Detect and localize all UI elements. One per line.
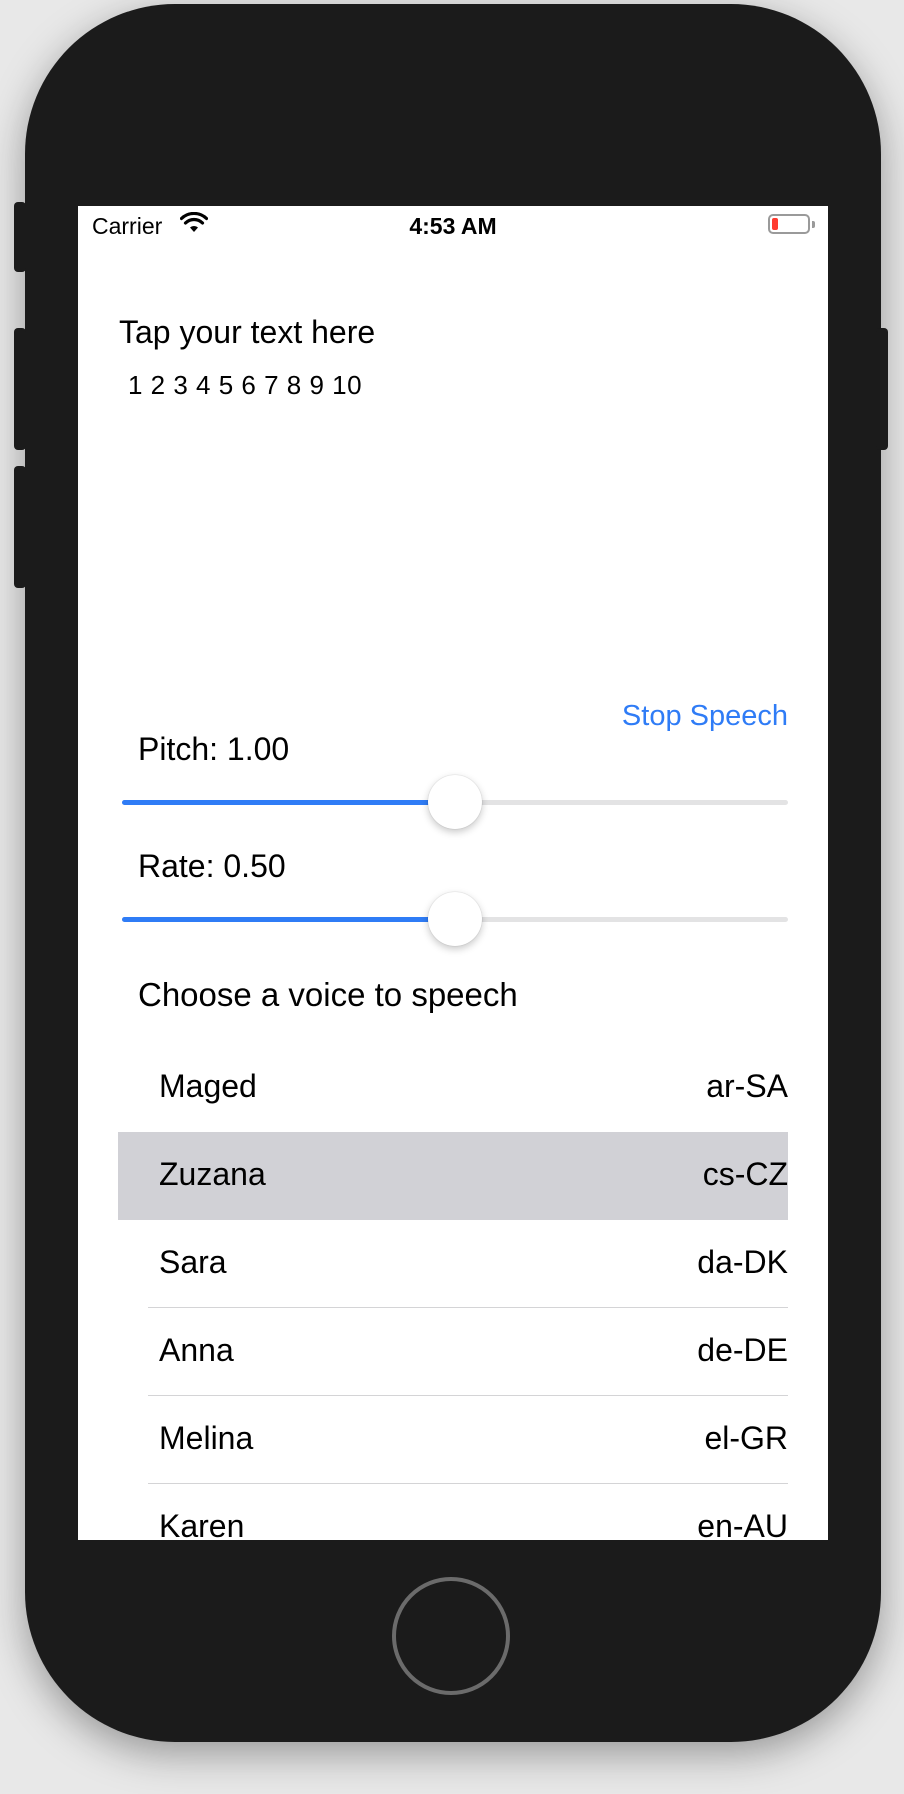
stop-speech-button[interactable]: Stop Speech — [622, 700, 788, 733]
rate-slider-thumb[interactable] — [428, 892, 482, 946]
voice-language: da-DK — [697, 1244, 788, 1280]
voice-name: Melina — [159, 1420, 254, 1456]
voice-name: Anna — [159, 1332, 234, 1368]
voice-row[interactable]: Karen en-AU — [118, 1484, 788, 1540]
voice-row[interactable]: Maged ar-SA — [118, 1044, 788, 1132]
voice-section-title: Choose a voice to speech — [138, 976, 518, 1013]
voice-row[interactable]: Anna de-DE — [118, 1308, 788, 1396]
volume-down-button — [14, 466, 26, 588]
voice-language: cs-CZ — [702, 1156, 788, 1192]
status-bar: Carrier 4:53 AM — [78, 206, 828, 246]
volume-up-button — [14, 328, 26, 450]
rate-slider[interactable] — [122, 892, 788, 946]
pitch-slider[interactable] — [122, 775, 788, 829]
voice-name: Sara — [159, 1244, 227, 1280]
battery-icon — [768, 214, 810, 234]
home-button[interactable] — [392, 1577, 510, 1695]
voice-language: el-GR — [704, 1420, 788, 1456]
speech-text-field[interactable]: 1 2 3 4 5 6 7 8 9 10 — [128, 370, 362, 401]
screen: Carrier 4:53 AM Tap your text here 1 2 3… — [78, 206, 828, 1540]
voice-name: Zuzana — [159, 1156, 266, 1192]
voice-language: ar-SA — [706, 1068, 788, 1104]
mute-switch — [14, 202, 26, 272]
voice-language: de-DE — [697, 1332, 788, 1368]
voice-row[interactable]: Zuzana cs-CZ — [118, 1132, 788, 1220]
power-button — [876, 328, 888, 450]
rate-slider-fill — [122, 917, 455, 922]
status-time: 4:53 AM — [409, 213, 497, 239]
voice-row[interactable]: Sara da-DK — [118, 1220, 788, 1308]
voice-language: en-AU — [697, 1508, 788, 1540]
voice-name: Karen — [159, 1508, 245, 1540]
battery-tip — [812, 221, 815, 228]
voice-name: Maged — [159, 1068, 257, 1104]
voice-row[interactable]: Melina el-GR — [118, 1396, 788, 1484]
voice-list[interactable]: Maged ar-SA Zuzana cs-CZ Sara da-DK Anna… — [118, 1044, 788, 1540]
pitch-label: Pitch: 1.00 — [138, 731, 290, 767]
pitch-slider-fill — [122, 800, 455, 805]
pitch-slider-thumb[interactable] — [428, 775, 482, 829]
text-prompt-label[interactable]: Tap your text here — [119, 314, 375, 351]
rate-label: Rate: 0.50 — [138, 848, 286, 884]
